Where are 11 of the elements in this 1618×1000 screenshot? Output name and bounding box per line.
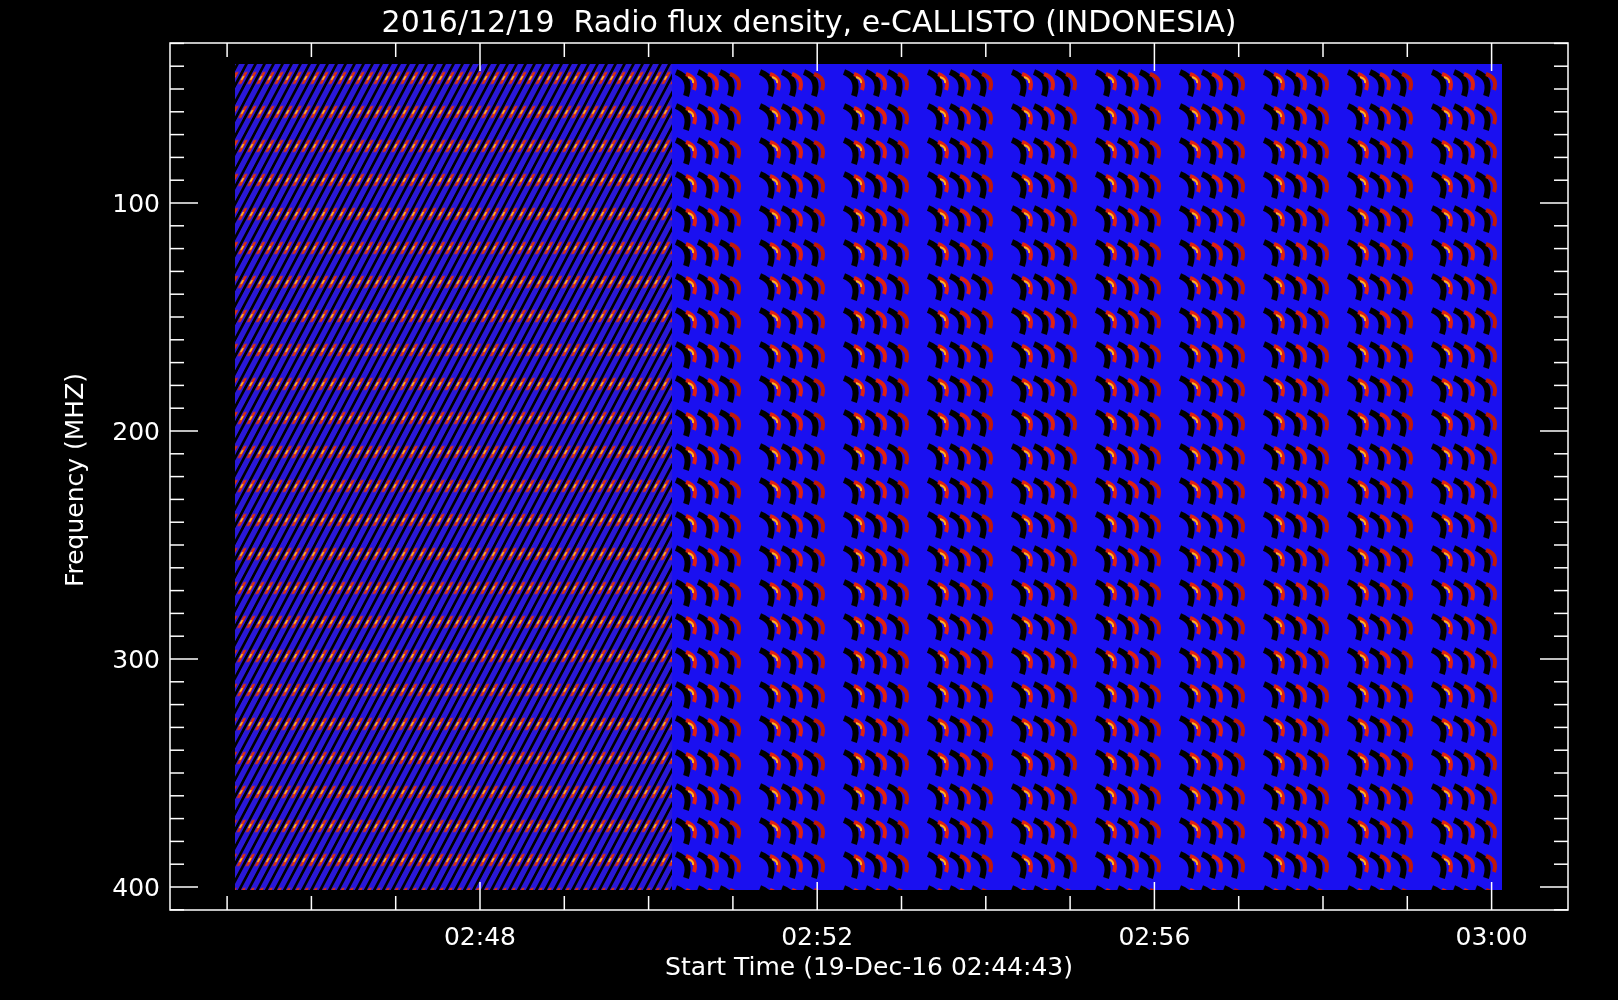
y-axis-label: Frequency (MHZ) bbox=[60, 372, 89, 588]
x-tick-label: 02:56 bbox=[1118, 922, 1191, 951]
x-tick-label: 02:48 bbox=[444, 922, 516, 951]
chart-title: 2016/12/19 Radio flux density, e-CALLISTO (INDONESIA) bbox=[381, 4, 1237, 39]
y-tick-label: 400 bbox=[112, 873, 160, 902]
x-axis-label: Start Time (19-Dec-16 02:44:43) bbox=[665, 952, 1073, 981]
x-tick-label: 03:00 bbox=[1455, 922, 1528, 951]
y-tick-label: 100 bbox=[112, 189, 160, 218]
y-tick-label: 300 bbox=[112, 645, 160, 674]
x-tick-label: 02:52 bbox=[781, 922, 854, 951]
y-tick-label: 200 bbox=[112, 417, 160, 446]
